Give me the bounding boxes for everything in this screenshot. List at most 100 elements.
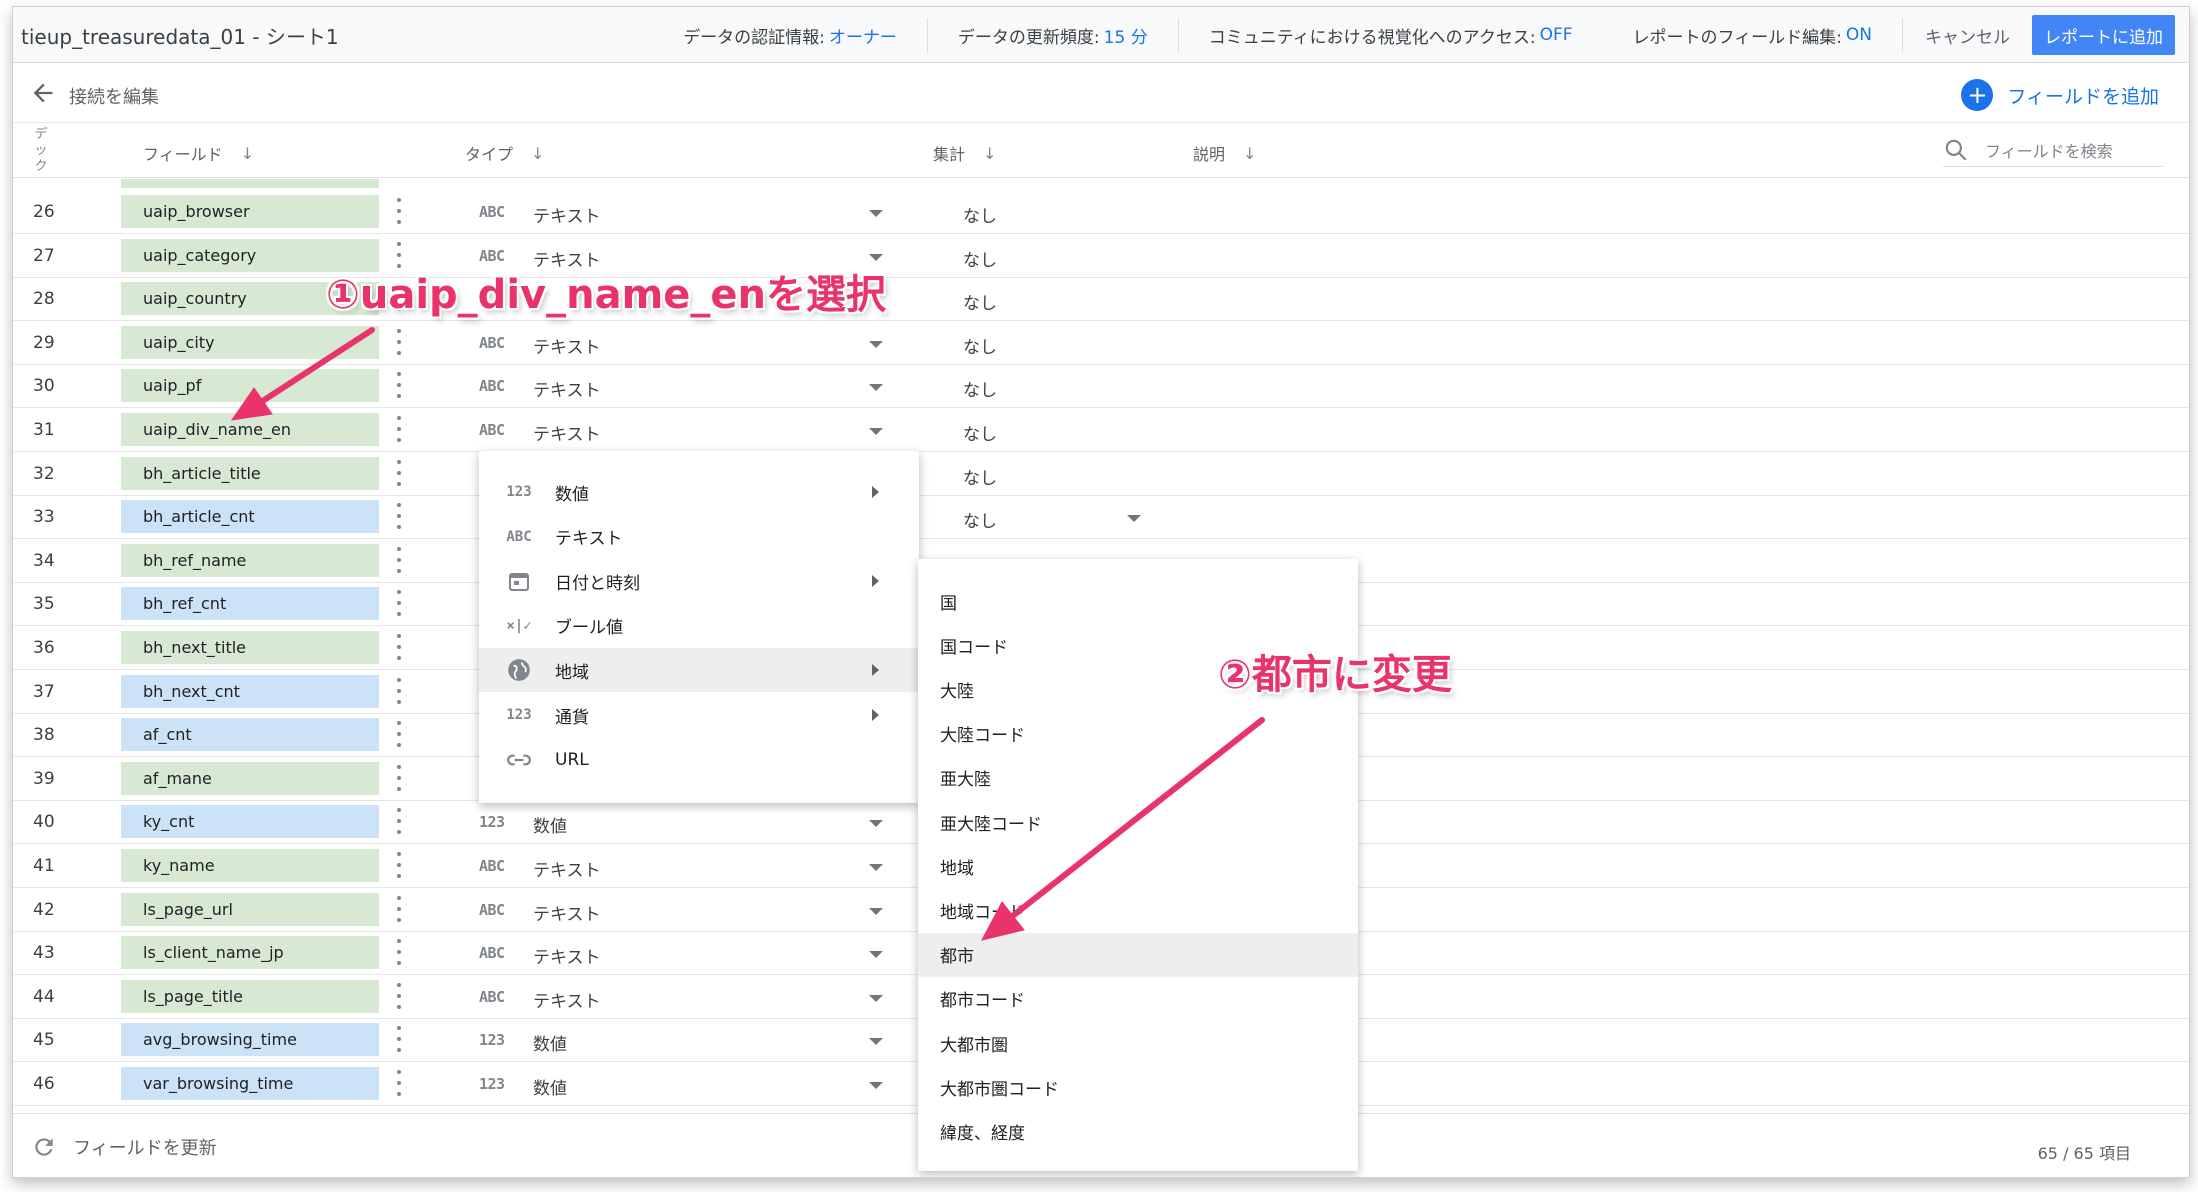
- geo-menu-item[interactable]: 都市: [918, 932, 1358, 977]
- add-to-report-button[interactable]: レポートに追加: [2032, 15, 2175, 55]
- data-source-title[interactable]: tieup_treasuredata_01 - シート1: [21, 21, 339, 50]
- more-vert-icon[interactable]: [396, 503, 402, 530]
- aggregation-value[interactable]: なし: [963, 246, 997, 271]
- type-menu-item[interactable]: 123 数値: [479, 470, 919, 514]
- field-column-header[interactable]: フィールド ↓: [143, 141, 254, 165]
- geo-menu-item[interactable]: 都市コード: [918, 977, 1358, 1021]
- field-chip[interactable]: bh_article_title: [121, 456, 379, 490]
- type-dropdown-icon[interactable]: [869, 253, 883, 261]
- community-access-setting[interactable]: コミュニティにおける視覚化へのアクセス: OFF: [1179, 18, 1603, 52]
- field-chip[interactable]: ls_page_title: [121, 979, 379, 1013]
- field-edit-setting[interactable]: レポートのフィールド編集: ON: [1603, 18, 1903, 52]
- back-arrow-icon[interactable]: [29, 79, 57, 107]
- type-dropdown-icon[interactable]: [869, 951, 883, 959]
- field-edit-value[interactable]: ON: [1846, 25, 1872, 45]
- type-dropdown-icon[interactable]: [869, 1038, 883, 1046]
- more-vert-icon[interactable]: [396, 852, 402, 878]
- type-select[interactable]: 数値: [533, 1030, 567, 1055]
- geo-menu-item[interactable]: 亜大陸コード: [918, 800, 1358, 844]
- refresh-fields-button[interactable]: フィールドを更新: [31, 1134, 217, 1160]
- more-vert-icon[interactable]: [396, 895, 402, 922]
- field-chip[interactable]: uaip_city: [121, 325, 379, 359]
- type-dropdown-icon[interactable]: [869, 907, 883, 915]
- search-input[interactable]: フィールドを検索: [1985, 138, 2113, 162]
- field-chip[interactable]: ls_page_url: [121, 892, 379, 926]
- field-chip[interactable]: ky_name: [121, 849, 379, 882]
- type-dropdown-icon[interactable]: [869, 864, 883, 871]
- more-vert-icon[interactable]: [396, 764, 402, 791]
- type-menu-item[interactable]: URL: [479, 738, 919, 782]
- field-chip[interactable]: uaip_browser: [121, 195, 379, 228]
- description-column-header[interactable]: 説明 ↓: [1193, 141, 1256, 165]
- type-select[interactable]: 数値: [533, 812, 567, 837]
- geo-menu-item[interactable]: 緯度、経度: [918, 1109, 1358, 1153]
- more-vert-icon[interactable]: [396, 546, 402, 573]
- field-chip[interactable]: avg_browsing_time: [121, 1023, 379, 1057]
- geo-menu-item[interactable]: 大都市圏コード: [918, 1065, 1358, 1109]
- type-select[interactable]: テキスト: [533, 856, 601, 881]
- more-vert-icon[interactable]: [396, 198, 402, 224]
- type-dropdown-icon[interactable]: [869, 994, 883, 1002]
- type-column-header[interactable]: タイプ ↓: [465, 141, 544, 165]
- field-chip[interactable]: bh_ref_name: [121, 543, 379, 577]
- field-chip[interactable]: uaip_div_name_en: [121, 413, 379, 446]
- aggregation-value[interactable]: なし: [963, 289, 997, 314]
- more-vert-icon[interactable]: [396, 372, 402, 399]
- type-dropdown-icon[interactable]: [869, 340, 883, 348]
- field-chip[interactable]: af_cnt: [121, 718, 379, 752]
- aggregation-dropdown-icon[interactable]: [1127, 515, 1141, 523]
- field-chip[interactable]: uaip_pf: [121, 369, 379, 403]
- freshness-value[interactable]: 15 分: [1104, 23, 1148, 48]
- geo-menu-item[interactable]: 亜大陸: [918, 756, 1358, 800]
- more-vert-icon[interactable]: [396, 939, 402, 966]
- more-vert-icon[interactable]: [396, 1026, 402, 1053]
- type-menu-item[interactable]: 123 通貨: [479, 693, 919, 737]
- aggregation-column-header[interactable]: 集計 ↓: [933, 141, 996, 165]
- field-chip[interactable]: var_browsing_time: [121, 1067, 379, 1100]
- aggregation-value[interactable]: なし: [963, 507, 997, 532]
- type-dropdown-icon[interactable]: [869, 210, 883, 217]
- field-chip[interactable]: bh_article_cnt: [121, 500, 379, 534]
- add-field-button[interactable]: + フィールドを追加: [1961, 79, 2159, 111]
- aggregation-value[interactable]: なし: [963, 333, 997, 358]
- more-vert-icon[interactable]: [396, 677, 402, 704]
- more-vert-icon[interactable]: [396, 982, 402, 1009]
- field-chip[interactable]: bh_next_title: [121, 631, 379, 664]
- type-select[interactable]: 数値: [533, 1074, 567, 1099]
- type-select[interactable]: テキスト: [533, 943, 601, 968]
- more-vert-icon[interactable]: [396, 590, 402, 617]
- credentials-value[interactable]: オーナー: [829, 23, 897, 48]
- aggregation-value[interactable]: なし: [963, 376, 997, 401]
- more-vert-icon[interactable]: [396, 808, 402, 835]
- more-vert-icon[interactable]: [396, 721, 402, 748]
- freshness-setting[interactable]: データの更新頻度: 15 分: [928, 18, 1179, 52]
- aggregation-value[interactable]: なし: [963, 202, 997, 227]
- more-vert-icon[interactable]: [396, 459, 402, 486]
- more-vert-icon[interactable]: [396, 328, 402, 355]
- aggregation-value[interactable]: なし: [963, 420, 997, 445]
- geo-menu-item[interactable]: 国: [918, 579, 1358, 623]
- field-chip[interactable]: bh_ref_cnt: [121, 587, 379, 621]
- edit-connection-link[interactable]: 接続を編集: [69, 83, 159, 109]
- field-chip[interactable]: ky_cnt: [121, 805, 379, 839]
- type-select[interactable]: テキスト: [533, 987, 601, 1012]
- type-select[interactable]: テキスト: [533, 376, 601, 401]
- field-chip[interactable]: ls_client_name_jp: [121, 936, 379, 970]
- type-menu-item[interactable]: ABC テキスト: [479, 515, 919, 559]
- field-chip[interactable]: af_mane: [121, 761, 379, 795]
- more-vert-icon[interactable]: [396, 634, 402, 660]
- type-menu-item[interactable]: 地域: [479, 648, 919, 693]
- credentials-setting[interactable]: データの認証情報: オーナー: [653, 18, 928, 52]
- aggregation-value[interactable]: なし: [963, 464, 997, 489]
- type-select[interactable]: テキスト: [533, 333, 601, 358]
- type-select[interactable]: テキスト: [533, 420, 601, 445]
- type-menu-item[interactable]: 日付と時刻: [479, 559, 919, 603]
- type-menu-item[interactable]: ×|✓ ブール値: [479, 604, 919, 648]
- geo-menu-item[interactable]: 大都市圏: [918, 1021, 1358, 1065]
- cancel-button[interactable]: キャンセル: [1903, 18, 2032, 52]
- geo-menu-item[interactable]: 地域コード: [918, 888, 1358, 932]
- more-vert-icon[interactable]: [396, 416, 402, 442]
- type-dropdown-icon[interactable]: [869, 820, 883, 828]
- geo-menu-item[interactable]: 大陸コード: [918, 712, 1358, 756]
- type-dropdown-icon[interactable]: [869, 1082, 883, 1089]
